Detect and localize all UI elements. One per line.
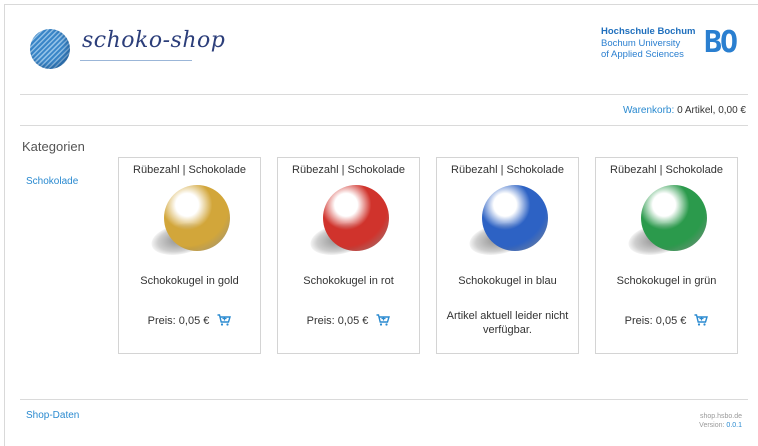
add-to-cart-icon[interactable] [694,314,709,326]
product-card[interactable]: Rübezahl | Schokolade Schokokugel in rot… [277,157,420,354]
version-number[interactable]: 0.0.1 [726,422,742,429]
product-price: Preis: 0,05 € [306,315,369,327]
add-to-cart-icon[interactable] [376,314,391,326]
university-logo-text[interactable]: Hochschule Bochum Bochum University of A… [601,26,696,61]
footer-divider [20,399,748,400]
cart-info: 0 Artikel, 0,00 € [677,105,746,116]
product-name[interactable]: Schokokugel in gold [119,275,260,287]
add-to-cart-icon[interactable] [217,314,232,326]
product-maker: Rübezahl | Schokolade [133,164,246,176]
product-card[interactable]: Rübezahl | Schokolade Schokokugel in bla… [436,157,579,354]
logo-underline [80,60,192,61]
logo-ball-icon[interactable] [30,29,70,69]
version-row: Version: 0.0.1 [699,421,742,430]
product-card[interactable]: Rübezahl | Schokolade Schokokugel in grü… [595,157,738,354]
university-name-en-2: of Applied Sciences [601,49,684,60]
product-maker: Rübezahl | Schokolade [451,164,564,176]
product-image[interactable] [119,180,260,262]
product-price-row: Preis: 0,05 € [119,314,260,327]
product-price-row: Preis: 0,05 € [278,314,419,327]
footer-meta: shop.hsbo.de Version: 0.0.1 [699,412,742,430]
cart-summary: Warenkorb: 0 Artikel, 0,00 € [623,105,746,116]
product-card[interactable]: Rübezahl | Schokolade Schokokugel in gol… [118,157,261,354]
university-name-en-1: Bochum University [601,37,681,49]
version-label: Version: [699,422,725,429]
product-price: Preis: 0,05 € [147,315,210,327]
product-price: Preis: 0,05 € [624,315,687,327]
product-image[interactable] [437,180,578,262]
chocolate-ball-image [164,185,230,251]
chocolate-ball-image [482,185,548,251]
categories-heading: Kategorien [22,139,85,154]
product-image[interactable] [596,180,737,262]
university-name: Hochschule Bochum [601,26,696,37]
cart-divider [20,125,748,126]
product-name[interactable]: Schokokugel in rot [278,275,419,287]
shop-data-link[interactable]: Shop-Daten [26,410,79,421]
cart-link[interactable]: Warenkorb: [623,105,674,116]
shop-domain: shop.hsbo.de [699,413,742,420]
product-name[interactable]: Schokokugel in blau [437,275,578,287]
product-name[interactable]: Schokokugel in grün [596,275,737,287]
chocolate-ball-image [323,185,389,251]
header-divider [20,94,748,95]
product-price-row: Preis: 0,05 € [596,314,737,327]
sidebar-item-schokolade[interactable]: Schokolade [26,176,78,187]
unavailable-notice: Artikel aktuell leider nicht verfügbar. [446,310,569,336]
chocolate-ball-image [641,185,707,251]
product-maker: Rübezahl | Schokolade [610,164,723,176]
header: schoko-shop Hochschule Bochum Bochum Uni… [0,0,758,95]
product-maker: Rübezahl | Schokolade [292,164,405,176]
university-bo-logo-icon[interactable]: BO [704,27,738,59]
product-image[interactable] [278,180,419,262]
shop-logo-text[interactable]: schoko-shop [82,28,225,53]
